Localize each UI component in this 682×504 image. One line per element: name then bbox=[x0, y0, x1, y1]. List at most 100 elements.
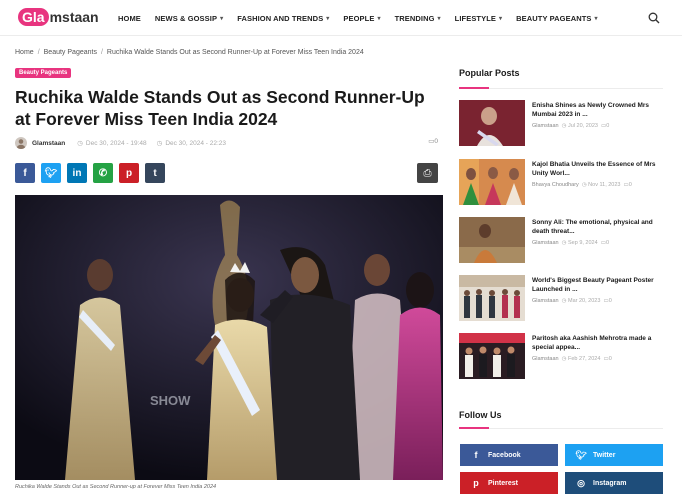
follow-label: Twitter bbox=[593, 451, 616, 459]
post-comments: 0 bbox=[628, 182, 632, 188]
post-thumbnail[interactable] bbox=[459, 217, 525, 263]
post-author[interactable]: Bhavya Choudhary bbox=[532, 182, 579, 188]
follow-label: Pinterest bbox=[488, 479, 518, 487]
share-twitter-button[interactable]: 🐦︎ bbox=[41, 163, 61, 183]
share-whatsapp-button[interactable]: ✆ bbox=[93, 163, 113, 183]
chevron-down-icon: ▾ bbox=[594, 15, 598, 22]
instagram-icon: ◎ bbox=[577, 477, 585, 488]
twitter-icon: 🐦︎ bbox=[44, 167, 58, 179]
follow-facebook-button[interactable]: f Facebook bbox=[460, 444, 558, 466]
nav-label: TRENDING bbox=[394, 13, 435, 23]
whatsapp-icon: ✆ bbox=[98, 167, 108, 179]
facebook-icon: f bbox=[474, 450, 478, 460]
chevron-down-icon: ▾ bbox=[377, 15, 381, 22]
popular-post-item[interactable]: Kajol Bhatia Unveils the Essence of Mrs … bbox=[459, 159, 669, 205]
popular-posts-title: Popular Posts bbox=[459, 68, 520, 78]
chevron-down-icon: ▾ bbox=[220, 15, 224, 22]
post-title[interactable]: Kajol Bhatia Unveils the Essence of Mrs … bbox=[532, 160, 662, 178]
follow-label: Instagram bbox=[593, 479, 627, 487]
nav-label: LIFESTYLE bbox=[454, 13, 496, 23]
nav-label: PEOPLE bbox=[343, 13, 375, 23]
post-thumbnail[interactable] bbox=[459, 159, 525, 205]
updated-date: Dec 30, 2024 - 22:23 bbox=[165, 139, 227, 147]
post-meta: Glamstaan ◷ Sep 9, 2024 ▭0 bbox=[532, 240, 609, 246]
share-facebook-button[interactable]: f bbox=[15, 163, 35, 183]
comment-count-value: 0 bbox=[434, 138, 438, 145]
popular-post-item[interactable]: World's Biggest Beauty Pageant Poster La… bbox=[459, 275, 669, 321]
post-meta: Glamstaan ◷ Jul 20, 2023 ▭0 bbox=[532, 123, 610, 129]
article-meta: Glamstaan ◷ Dec 30, 2024 - 19:48 ◷ Dec 3… bbox=[15, 137, 440, 149]
follow-label: Facebook bbox=[488, 451, 521, 459]
post-meta: Glamstaan ◷ Feb 27, 2024 ▭0 bbox=[532, 356, 612, 362]
main-nav: HOME NEWS & GOSSIP ▾ FASHION AND TRENDS ▾ … bbox=[118, 0, 612, 36]
post-author[interactable]: Glamstaan bbox=[532, 298, 559, 304]
post-author[interactable]: Glamstaan bbox=[532, 240, 559, 246]
post-title[interactable]: Sonny Ali: The emotional, physical and d… bbox=[532, 218, 662, 236]
post-title[interactable]: Paritosh aka Aashish Mehrotra made a spe… bbox=[532, 334, 662, 352]
nav-label: HOME bbox=[118, 13, 141, 23]
follow-pinterest-button[interactable]: p Pinterest bbox=[460, 472, 558, 494]
popular-post-item[interactable]: Paritosh aka Aashish Mehrotra made a spe… bbox=[459, 333, 669, 379]
post-date: Sep 9, 2024 bbox=[568, 240, 598, 246]
post-thumbnail[interactable] bbox=[459, 100, 525, 146]
post-comments: 0 bbox=[606, 123, 610, 129]
twitter-icon: 🐦︎ bbox=[575, 449, 587, 460]
post-meta: Bhavya Choudhary ◷ Nov 11, 2023 ▭0 bbox=[532, 182, 632, 188]
post-author[interactable]: Glamstaan bbox=[532, 356, 559, 362]
avatar[interactable] bbox=[15, 137, 27, 149]
breadcrumb-current: Ruchika Walde Stands Out as Second Runne… bbox=[106, 49, 364, 56]
print-button[interactable]: ⎙ bbox=[417, 163, 438, 183]
article-hero-image: SHOW bbox=[15, 195, 443, 480]
nav-item-beauty-pageants[interactable]: BEAUTY PAGEANTS ▾ bbox=[516, 14, 598, 23]
nav-item-news-gossip[interactable]: NEWS & GOSSIP ▾ bbox=[155, 14, 223, 23]
pinterest-icon: p bbox=[473, 478, 479, 488]
divider bbox=[459, 427, 663, 429]
follow-instagram-button[interactable]: ◎ Instagram bbox=[565, 472, 663, 494]
post-comments: 0 bbox=[605, 240, 609, 246]
breadcrumb-category[interactable]: Beauty Pageants bbox=[44, 49, 97, 56]
post-comments: 0 bbox=[608, 356, 612, 362]
nav-item-people[interactable]: PEOPLE ▾ bbox=[343, 14, 380, 23]
image-caption: Ruchika Walde Stands Out as Second Runne… bbox=[15, 484, 217, 490]
author-name[interactable]: Glamstaan bbox=[32, 140, 65, 147]
share-linkedin-button[interactable]: in bbox=[67, 163, 87, 183]
divider bbox=[459, 87, 663, 89]
post-meta: Glamstaan ◷ Mar 20, 2023 ▭0 bbox=[532, 298, 612, 304]
share-pinterest-button[interactable]: p bbox=[119, 163, 139, 183]
comment-count[interactable]: ▭0 bbox=[428, 137, 438, 145]
follow-us-title: Follow Us bbox=[459, 410, 502, 420]
follow-twitter-button[interactable]: 🐦︎ Twitter bbox=[565, 444, 663, 466]
nav-label: FASHION AND TRENDS bbox=[237, 13, 324, 23]
breadcrumb-home[interactable]: Home bbox=[15, 49, 34, 56]
search-icon[interactable] bbox=[648, 12, 660, 24]
popular-post-item[interactable]: Enisha Shines as Newly Crowned Mrs Mumba… bbox=[459, 100, 669, 146]
post-author[interactable]: Glamstaan bbox=[532, 123, 559, 129]
nav-item-lifestyle[interactable]: LIFESTYLE ▾ bbox=[455, 14, 502, 23]
clock-icon: ◷ bbox=[77, 140, 83, 147]
category-badge[interactable]: Beauty Pageants bbox=[15, 68, 72, 78]
chevron-down-icon: ▾ bbox=[326, 15, 330, 22]
published-date: Dec 30, 2024 - 19:48 bbox=[85, 139, 147, 147]
nav-item-fashion[interactable]: FASHION AND TRENDS ▾ bbox=[237, 14, 329, 23]
nav-item-trending[interactable]: TRENDING ▾ bbox=[395, 14, 441, 23]
article-title: Ruchika Walde Stands Out as Second Runne… bbox=[15, 87, 425, 129]
share-buttons: f 🐦︎ in ✆ p t bbox=[15, 163, 171, 183]
logo-badge: Gla bbox=[18, 8, 49, 26]
print-icon: ⎙ bbox=[423, 167, 432, 179]
linkedin-icon: in bbox=[72, 167, 82, 179]
svg-text:SHOW: SHOW bbox=[150, 393, 191, 408]
logo-text: mstaan bbox=[49, 9, 99, 25]
nav-item-home[interactable]: HOME bbox=[118, 14, 141, 23]
post-title[interactable]: Enisha Shines as Newly Crowned Mrs Mumba… bbox=[532, 101, 662, 119]
chevron-down-icon: ▾ bbox=[499, 15, 503, 22]
post-thumbnail[interactable] bbox=[459, 275, 525, 321]
post-date: Feb 27, 2024 bbox=[568, 356, 601, 362]
post-title[interactable]: World's Biggest Beauty Pageant Poster La… bbox=[532, 276, 662, 294]
share-tumblr-button[interactable]: t bbox=[145, 163, 165, 183]
clock-icon: ◷ bbox=[156, 140, 163, 147]
popular-post-item[interactable]: Sonny Ali: The emotional, physical and d… bbox=[459, 217, 669, 263]
post-thumbnail[interactable] bbox=[459, 333, 525, 379]
pinterest-icon: p bbox=[125, 167, 133, 179]
breadcrumb: Home / Beauty Pageants / Ruchika Walde Stand… bbox=[15, 49, 364, 56]
site-logo[interactable]: Gla mstaan bbox=[18, 7, 99, 27]
